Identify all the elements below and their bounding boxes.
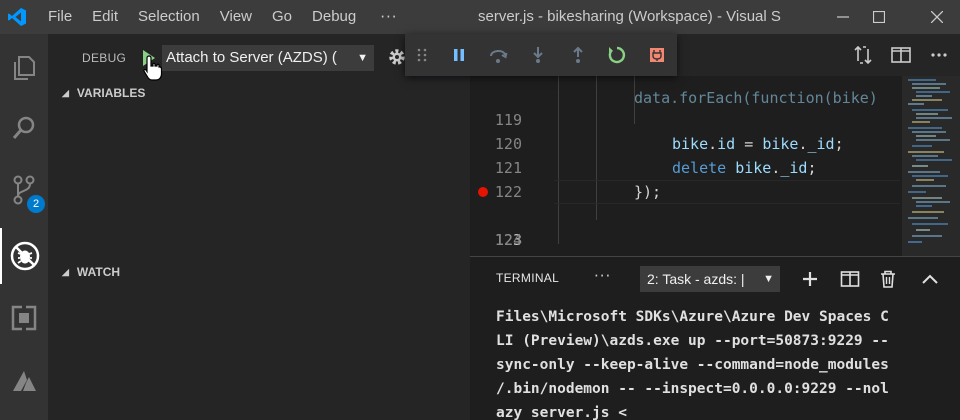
breakpoint-icon[interactable] — [478, 187, 488, 197]
panel-more-button[interactable]: ··· — [594, 267, 611, 285]
new-terminal-button[interactable] — [798, 267, 822, 291]
minimap[interactable] — [902, 76, 960, 256]
menu-file[interactable]: File — [38, 0, 82, 34]
window-title: server.js - bikesharing (Workspace) - Vi… — [478, 8, 781, 25]
debug-button[interactable] — [0, 228, 48, 284]
menu-view[interactable]: View — [210, 0, 262, 34]
debug-config-value: Attach to Server (AZDS) ( — [166, 49, 337, 66]
disconnect-button[interactable] — [637, 34, 677, 76]
minimize-icon — [837, 16, 849, 18]
chevron-down-icon: ▼ — [763, 273, 774, 285]
terminal-select[interactable]: 2: Task - azds: | ▼ — [640, 266, 780, 292]
terminal-line: /.bin/nodemon -- --inspect=0.0.0.0:9229 … — [496, 381, 889, 397]
code-line: 122 — [470, 156, 900, 201]
debug-toolbar[interactable] — [405, 34, 677, 76]
terminal-line: sync-only --keep-alive --command=node_mo… — [496, 357, 889, 373]
kill-terminal-button[interactable] — [876, 267, 900, 291]
step-into-icon — [533, 47, 543, 63]
menu-edit[interactable]: Edit — [82, 0, 128, 34]
code-line: 125 }); — [470, 228, 900, 256]
menu-more-button[interactable]: ··· — [366, 8, 411, 26]
variables-section-header[interactable]: ◢ VARIABLES — [48, 82, 470, 104]
activity-bar: 2 — [0, 34, 48, 420]
step-out-icon — [572, 46, 583, 63]
chevron-down-icon: ▼ — [357, 52, 368, 64]
azure-icon — [13, 371, 36, 391]
terminal-line: Files\Microsoft SDKs\Azure\Azure Dev Spa… — [496, 309, 889, 325]
debug-config-select[interactable]: Attach to Server (AZDS) ( ▼ — [162, 45, 374, 71]
watch-section-header[interactable]: ◢ WATCH — [48, 261, 470, 283]
maximize-button[interactable] — [856, 0, 902, 34]
pause-button[interactable] — [439, 34, 479, 76]
watch-list — [48, 283, 470, 420]
close-icon — [931, 11, 943, 23]
step-over-button[interactable] — [478, 34, 518, 76]
plus-icon — [803, 272, 817, 286]
hand-cursor-icon — [143, 55, 163, 81]
drag-grip-icon — [417, 48, 427, 62]
terminal-output[interactable]: Files\Microsoft SDKs\Azure\Azure Dev Spa… — [496, 305, 956, 420]
terminal-line: LI (Preview)\azds.exe up --port=50873:92… — [496, 333, 889, 349]
files-icon — [14, 56, 35, 80]
restart-icon — [609, 46, 626, 64]
debug-title: DEBUG — [82, 51, 127, 65]
watch-section-title: WATCH — [76, 265, 121, 279]
source-control-badge: 2 — [27, 195, 45, 213]
source-control-button[interactable]: 2 — [0, 162, 48, 218]
terminal-panel: TERMINAL ··· 2: Task - azds: | ▼ Files\M… — [470, 256, 960, 420]
more-icon — [931, 53, 947, 57]
split-terminal-button[interactable] — [838, 267, 862, 291]
trash-icon — [881, 270, 895, 288]
extensions-icon — [11, 304, 37, 332]
extensions-button[interactable] — [0, 290, 48, 346]
terminal-select-value: 2: Task - azds: | — [647, 271, 745, 287]
close-button[interactable] — [914, 0, 960, 34]
search-button[interactable] — [0, 100, 48, 156]
step-into-button[interactable] — [518, 34, 558, 76]
variables-list — [48, 104, 470, 260]
tab-terminal[interactable]: TERMINAL — [496, 271, 559, 285]
code-line: 119 bike.id = bike._id; — [470, 84, 900, 153]
debug-icon — [10, 241, 40, 271]
start-debugging-button[interactable] — [136, 46, 163, 81]
variables-section-title: VARIABLES — [76, 86, 146, 100]
code-line: 121 }); — [470, 132, 900, 201]
explorer-button[interactable] — [0, 40, 48, 96]
code-line: 120 delete bike._id; — [470, 108, 900, 177]
restart-button[interactable] — [598, 34, 638, 76]
more-actions-button[interactable] — [928, 44, 952, 68]
panel-header: TERMINAL ··· 2: Task - azds: | ▼ — [470, 257, 960, 301]
debug-sidebar: DEBUG Attach to Server (AZDS) ( ▼ ◢ VARI… — [48, 34, 470, 420]
maximize-panel-button[interactable] — [918, 267, 942, 291]
split-terminal-icon — [840, 271, 860, 287]
menu-bar: File Edit Selection View Go Debug ··· — [38, 0, 412, 34]
code-line-breakpoint: 123 res.send(data); — [470, 180, 900, 256]
menu-debug[interactable]: Debug — [302, 0, 366, 34]
expanded-caret-icon: ◢ — [62, 266, 69, 277]
disconnect-icon — [650, 48, 665, 62]
vscode-logo-icon — [0, 0, 34, 34]
toolbar-drag-handle[interactable] — [405, 34, 439, 76]
menu-selection[interactable]: Selection — [128, 0, 210, 34]
minimap-preview — [908, 79, 952, 243]
step-out-button[interactable] — [558, 34, 598, 76]
search-icon — [12, 116, 35, 139]
maximize-icon — [873, 11, 885, 23]
expanded-caret-icon: ◢ — [62, 87, 69, 98]
menu-go[interactable]: Go — [262, 0, 302, 34]
terminal-line: azy server.js < — [496, 405, 627, 420]
title-bar: File Edit Selection View Go Debug ··· se… — [0, 0, 960, 34]
chevron-up-icon — [922, 274, 938, 284]
azure-button[interactable] — [0, 354, 48, 410]
step-over-icon — [490, 50, 508, 63]
code-line: 124 }); — [470, 204, 900, 256]
pause-icon — [453, 49, 464, 61]
